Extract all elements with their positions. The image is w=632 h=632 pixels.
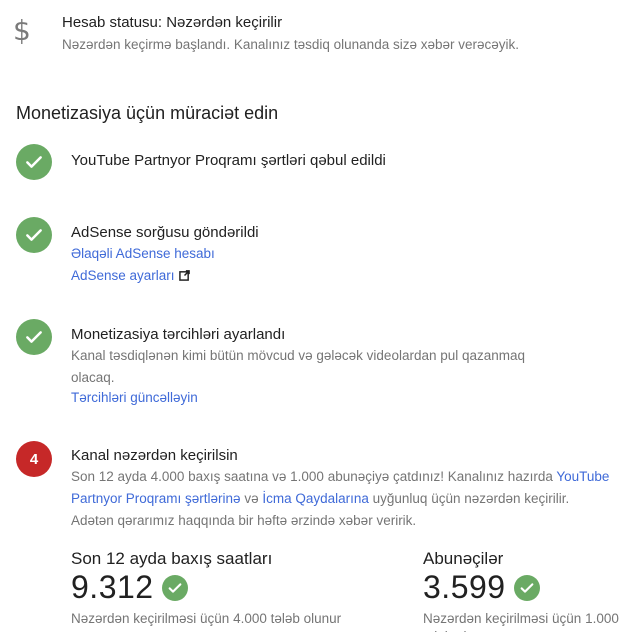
step-complete-badge	[16, 217, 52, 253]
metric-label: Son 12 ayda baxış saatları	[71, 549, 273, 568]
step-complete-badge	[16, 144, 52, 180]
step-title: YouTube Partnyor Proqramı şərtləri qəbul…	[71, 152, 386, 169]
step-link-wrap: Tərcihləri güncəlləyin	[71, 387, 591, 409]
metric-label: Abunəçilər	[423, 549, 504, 568]
update-preferences-link[interactable]: Tərcihləri güncəlləyin	[71, 390, 198, 405]
step-description: Kanal təsdiqlənən kimi bütün mövcud və g…	[71, 348, 526, 385]
step-description: Son 12 ayda 4.000 baxış saatına və 1.000…	[71, 466, 611, 532]
metric-requirement: Nəzərdən keçirilməsi üçün 1.000 tələb ol…	[423, 611, 619, 632]
check-icon	[513, 574, 540, 601]
check-icon	[26, 156, 42, 168]
monetization-page: $ Hesab statusu: Nəzərdən keçirilir Nəzə…	[0, 0, 632, 632]
check-icon	[26, 229, 42, 241]
check-icon	[161, 574, 188, 601]
subscribers-metric: Abunəçilər 3.599 Nəzərdən keçirilməsi üç…	[423, 549, 628, 632]
community-guidelines-link[interactable]: İcma Qaydalarına	[262, 491, 369, 506]
account-status-section: $ Hesab statusu: Nəzərdən keçirilir Nəzə…	[0, 0, 632, 70]
watch-hours-metric: Son 12 ayda baxış saatları 9.312 Nəzərdə…	[71, 549, 391, 628]
step-links: Əlaqəli AdSense hesabı AdSense ayarları	[71, 243, 591, 288]
metric-value: 9.312	[71, 569, 154, 605]
step-title: Monetizasiya tərcihləri ayarlandı	[71, 326, 286, 343]
status-description: Nəzərdən keçirmə başlandı. Kanalınız təs…	[62, 37, 520, 52]
metric-value: 3.599	[423, 569, 506, 605]
external-link-icon	[178, 266, 190, 288]
adsense-settings-link[interactable]: AdSense ayarları	[71, 268, 175, 283]
step-complete-badge	[16, 319, 52, 355]
step-number-badge: 4	[16, 441, 52, 477]
section-heading: Monetizasiya üçün müraciət edin	[16, 103, 279, 123]
step-text-part1: Son 12 ayda 4.000 baxış saatına və 1.000…	[71, 469, 553, 484]
metric-requirement: Nəzərdən keçirilməsi üçün 4.000 tələb ol…	[71, 611, 342, 626]
status-title: Hesab statusu: Nəzərdən keçirilir	[62, 14, 283, 31]
dollar-icon: $	[13, 14, 31, 47]
step-text-and: və	[240, 491, 263, 506]
linked-adsense-account-link[interactable]: Əlaqəli AdSense hesabı	[71, 246, 215, 261]
check-icon	[26, 331, 42, 343]
step-title: Kanal nəzərdən keçirilsin	[71, 447, 238, 464]
step-title: AdSense sorğusu göndərildi	[71, 224, 259, 241]
